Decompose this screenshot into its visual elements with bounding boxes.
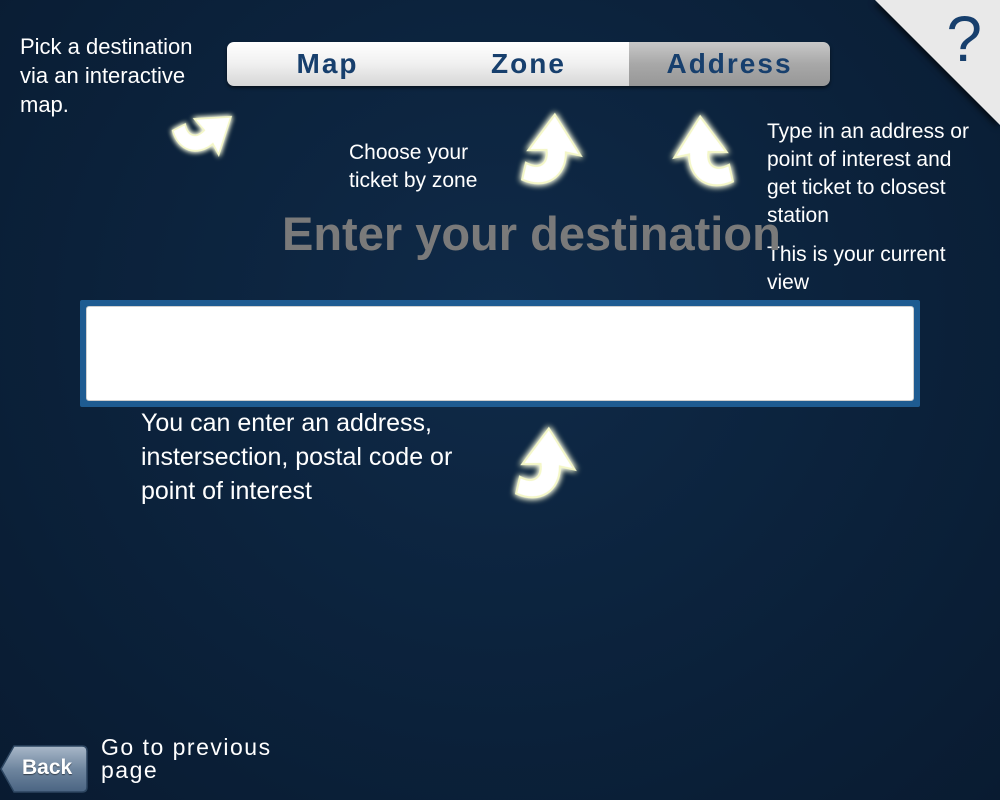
tab-map-label: Map: [296, 48, 359, 79]
tab-address[interactable]: Address: [629, 42, 830, 86]
back-button[interactable]: Back: [0, 744, 88, 794]
question-mark-icon[interactable]: ?: [946, 2, 982, 76]
tab-zone[interactable]: Zone: [428, 42, 629, 86]
destination-search-input[interactable]: [86, 306, 914, 401]
tab-map[interactable]: Map: [227, 42, 428, 86]
callout-back: Go to previous page: [101, 734, 272, 783]
arrow-to-zone-icon: [500, 106, 592, 197]
tab-zone-label: Zone: [491, 48, 566, 79]
arrow-to-input-icon: [494, 420, 586, 511]
callout-current-view: This is your current view: [767, 243, 946, 294]
tab-address-label: Address: [666, 48, 793, 79]
back-button-label: Back: [22, 756, 73, 779]
callout-address: Type in an address or point of interest …: [767, 120, 969, 227]
arrow-to-address-icon: [663, 108, 755, 199]
destination-input-frame: [80, 300, 920, 407]
page-title: Enter your destination: [282, 207, 781, 260]
callout-zone: Choose your ticket by zone: [349, 141, 478, 192]
callout-input: You can enter an address, instersection,…: [141, 409, 453, 505]
destination-mode-tabs: Map Zone Address: [227, 42, 830, 86]
arrow-to-map-icon: [158, 92, 248, 168]
